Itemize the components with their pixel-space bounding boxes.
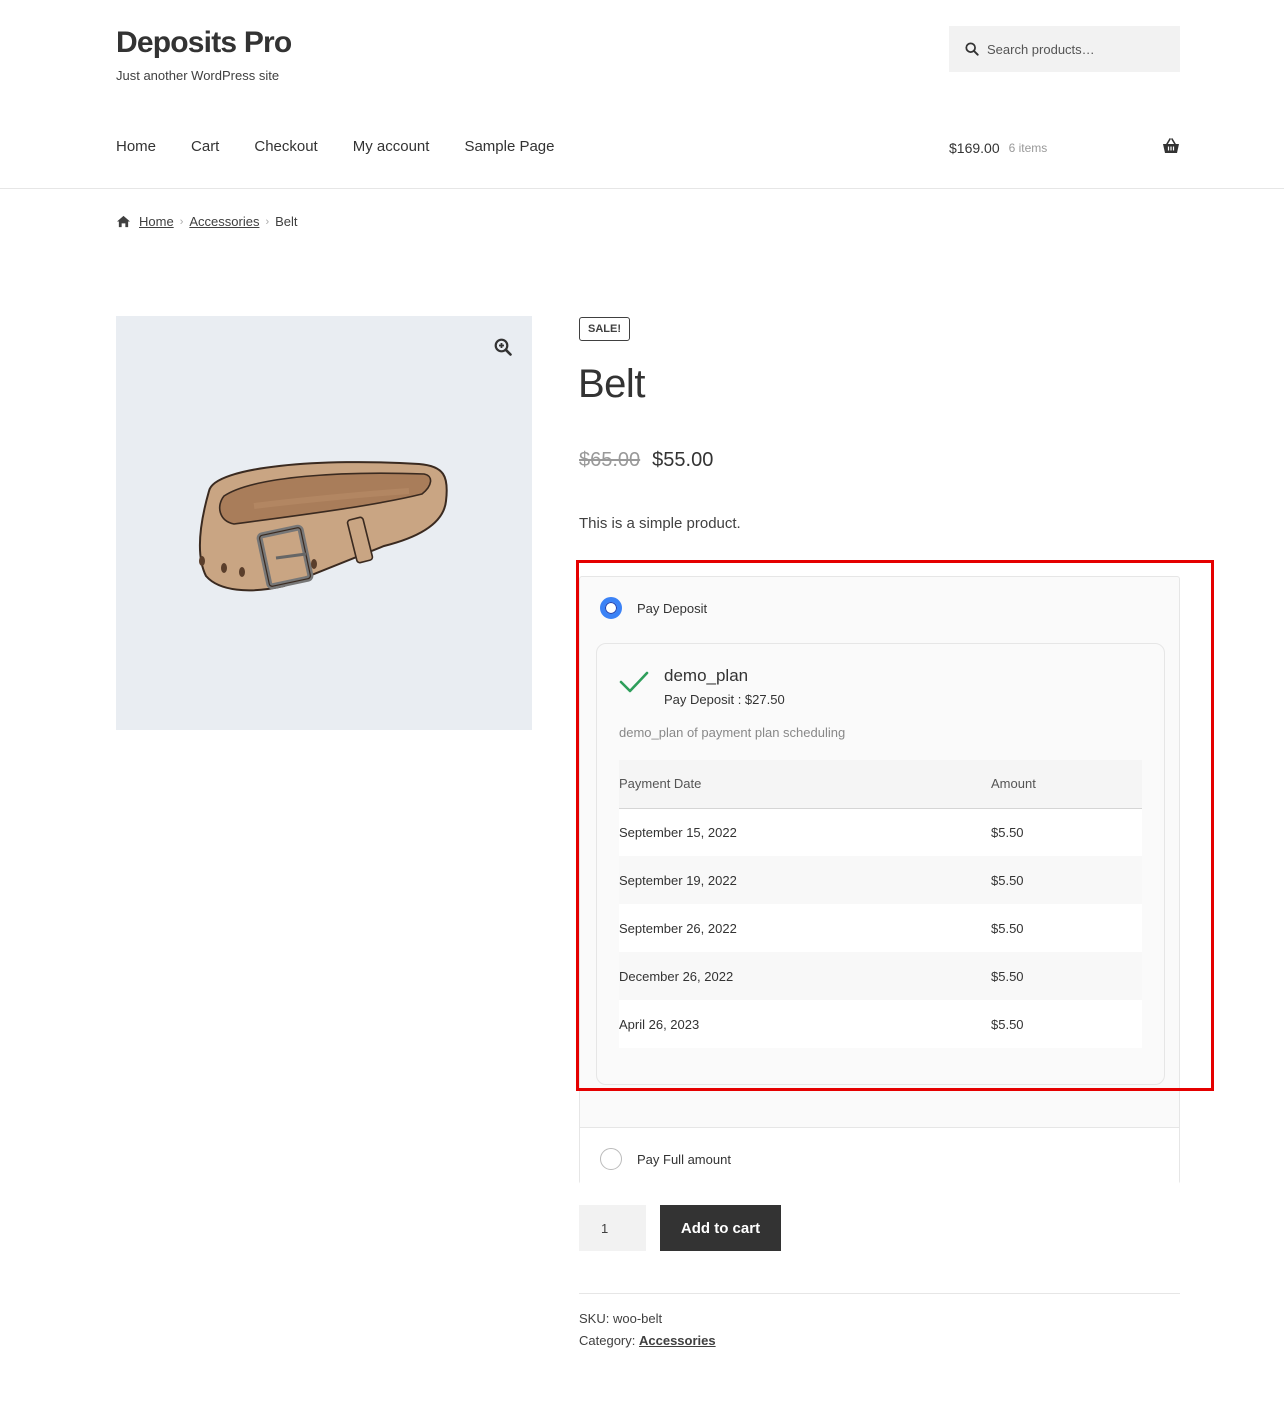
sale-price: $55.00 (652, 449, 714, 471)
product-price: $65.00 $55.00 (579, 449, 713, 472)
belt-illustration (198, 461, 448, 592)
site-title[interactable]: Deposits Pro (116, 26, 292, 60)
pay-full-section: Pay Full amount (580, 1127, 1179, 1184)
nav-item-home[interactable]: Home (116, 138, 156, 155)
product-category: Category: Accessories (579, 1333, 716, 1348)
search-icon (965, 42, 979, 56)
breadcrumb-accessories[interactable]: Accessories (189, 214, 259, 229)
primary-nav: Home Cart Checkout My account Sample Pag… (116, 138, 590, 155)
meta-divider (579, 1293, 1180, 1294)
regular-price: $65.00 (579, 449, 641, 471)
breadcrumb-separator: › (179, 215, 184, 228)
quantity-input[interactable] (579, 1205, 646, 1251)
sale-badge: SALE! (579, 317, 630, 341)
pay-full-radio[interactable] (600, 1148, 622, 1170)
pay-full-label[interactable]: Pay Full amount (637, 1152, 731, 1167)
product-sku: SKU: woo-belt (579, 1311, 662, 1326)
breadcrumb-current: Belt (275, 214, 298, 229)
search-box[interactable] (949, 26, 1180, 72)
home-icon (117, 215, 130, 228)
product-image[interactable] (116, 316, 532, 730)
sku-value: woo-belt (612, 1311, 663, 1326)
nav-item-my-account[interactable]: My account (353, 138, 430, 155)
basket-icon (1163, 138, 1179, 153)
pay-full-option[interactable]: Pay Full amount (600, 1148, 731, 1170)
breadcrumb: Home › Accessories › Belt (116, 214, 298, 229)
product-short-description: This is a simple product. (579, 515, 741, 532)
breadcrumb-home[interactable]: Home (139, 214, 174, 229)
zoom-in-icon[interactable] (494, 338, 512, 356)
category-label: Category: (579, 1333, 636, 1348)
header-cart[interactable]: $169.00 6 items (949, 138, 1180, 156)
category-link[interactable]: Accessories (639, 1333, 716, 1348)
nav-item-cart[interactable]: Cart (191, 138, 219, 155)
product-title: Belt (578, 362, 645, 406)
header-divider (0, 188, 1284, 189)
highlight-annotation (576, 560, 1214, 1091)
search-input[interactable] (987, 41, 1177, 57)
nav-item-sample-page[interactable]: Sample Page (464, 138, 554, 155)
add-to-cart-button[interactable]: Add to cart (660, 1205, 781, 1251)
nav-item-checkout[interactable]: Checkout (254, 138, 317, 155)
site-tagline: Just another WordPress site (116, 68, 280, 83)
breadcrumb-separator: › (265, 215, 270, 228)
sku-label: SKU: (579, 1311, 610, 1326)
cart-total: $169.00 (949, 140, 1000, 156)
cart-count: 6 items (1008, 141, 1048, 155)
